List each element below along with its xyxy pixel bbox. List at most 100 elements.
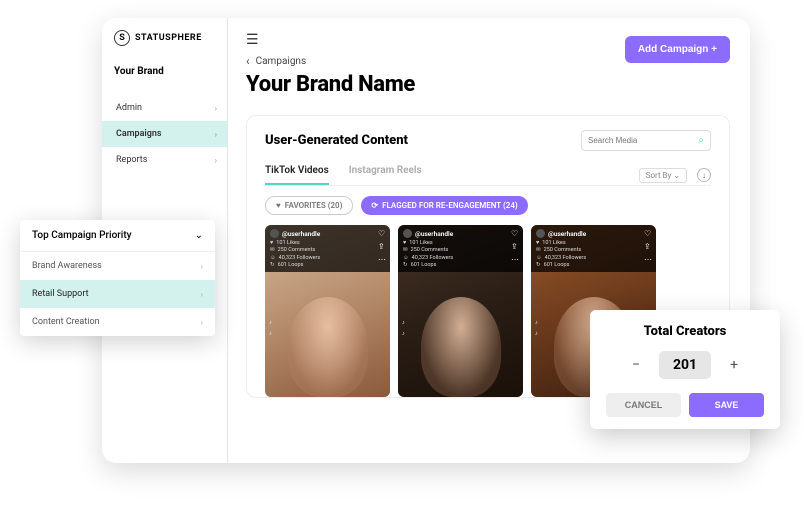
chevron-right-icon: › — [215, 156, 217, 165]
tiktok-icon: ♪ — [535, 320, 538, 326]
tiktok-icon: ♪ — [535, 331, 538, 337]
stat-value: 601 Loops — [544, 262, 570, 268]
share-icon[interactable]: ⇪ — [378, 242, 386, 251]
sidebar-item-label: Reports — [116, 155, 147, 165]
media-thumbnail — [421, 297, 501, 397]
loops-icon: ↻ — [536, 262, 541, 268]
media-stat: ☺40,323 Followers — [536, 255, 651, 261]
priority-dropdown[interactable]: Top Campaign Priority ⌄ Brand Awareness … — [20, 220, 215, 336]
cancel-button[interactable]: CANCEL — [606, 393, 681, 417]
back-icon[interactable]: ‹ — [246, 54, 250, 68]
dropdown-label: Top Campaign Priority — [32, 230, 132, 241]
add-campaign-button[interactable]: Add Campaign + — [625, 36, 730, 63]
chip-flagged[interactable]: ⟳ FLAGGED FOR RE-ENGAGEMENT (24) — [361, 196, 527, 215]
total-creators-card: Total Creators − 201 + CANCEL SAVE — [590, 310, 780, 429]
followers-icon: ☺ — [403, 255, 409, 261]
user-handle: @userhandle — [548, 230, 586, 238]
stat-value: 250 Comments — [278, 247, 316, 253]
media-card[interactable]: @userhandle ♥101 Likes ✉250 Comments ☺40… — [398, 225, 523, 397]
chevron-right-icon: › — [215, 104, 217, 113]
chevron-right-icon: › — [201, 290, 203, 299]
heart-icon: ♥ — [270, 240, 273, 246]
avatar — [270, 229, 279, 238]
panel-title: User-Generated Content — [265, 133, 408, 148]
sidebar-item-admin[interactable]: Admin › — [114, 95, 227, 121]
creators-actions: CANCEL SAVE — [606, 393, 764, 417]
breadcrumb-label: Campaigns — [256, 56, 307, 67]
tab-tiktok-videos[interactable]: TikTok Videos — [265, 165, 329, 185]
stat-value: 40,323 Followers — [545, 255, 587, 261]
media-user: @userhandle — [270, 229, 385, 238]
refresh-icon: ⟳ — [371, 201, 378, 210]
brand-label: Your Brand — [114, 66, 227, 77]
media-source: ♪ ♪ — [402, 320, 405, 337]
dropdown-item-label: Content Creation — [32, 317, 100, 327]
dropdown-item-retail-support[interactable]: Retail Support › — [20, 280, 215, 308]
logo: S STATUSPHERE — [114, 30, 227, 46]
chip-label: FLAGGED FOR RE-ENGAGEMENT (24) — [382, 201, 518, 210]
more-icon[interactable]: ⋯ — [644, 255, 652, 264]
media-thumbnail — [288, 297, 368, 397]
creators-value[interactable]: 201 — [659, 351, 711, 379]
dropdown-item-label: Retail Support — [32, 289, 89, 299]
filter-chips: ♥ FAVORITES (20) ⟳ FLAGGED FOR RE-ENGAGE… — [265, 196, 711, 215]
page-title: Your Brand Name — [246, 72, 730, 97]
share-icon[interactable]: ⇪ — [511, 242, 519, 251]
chevron-right-icon: › — [201, 318, 203, 327]
logo-text: STATUSPHERE — [135, 33, 202, 43]
tiktok-icon: ♪ — [269, 331, 272, 337]
tab-instagram-reels[interactable]: Instagram Reels — [349, 165, 422, 185]
sidebar-item-reports[interactable]: Reports › — [114, 147, 227, 173]
dropdown-header[interactable]: Top Campaign Priority ⌄ — [20, 220, 215, 252]
search-icon[interactable]: ⌕ — [698, 135, 704, 146]
heart-icon: ♥ — [536, 240, 539, 246]
chevron-right-icon: › — [201, 262, 203, 271]
heart-icon[interactable]: ♡ — [644, 229, 652, 238]
more-icon[interactable]: ⋯ — [511, 255, 519, 264]
chip-label: FAVORITES (20) — [285, 201, 343, 210]
loops-icon: ↻ — [403, 262, 408, 268]
media-stat: ✉250 Comments — [403, 247, 518, 253]
tabs-row: TikTok Videos Instagram Reels Sort By ⌄ … — [265, 165, 711, 186]
media-stat: ↻601 Loops — [270, 262, 385, 268]
search-input-wrap[interactable]: ⌕ — [581, 130, 711, 151]
heart-icon[interactable]: ♡ — [511, 229, 519, 238]
comment-icon: ✉ — [270, 247, 275, 253]
media-source: ♪ ♪ — [269, 320, 272, 337]
decrement-button[interactable]: − — [627, 357, 645, 373]
media-stat: ♥101 Likes — [403, 240, 518, 246]
media-user: @userhandle — [403, 229, 518, 238]
sort-by-button[interactable]: Sort By ⌄ — [639, 168, 687, 183]
media-stat: ✉250 Comments — [536, 247, 651, 253]
media-card[interactable]: @userhandle ♥101 Likes ✉250 Comments ☺40… — [265, 225, 390, 397]
media-source: ♪ ♪ — [535, 320, 538, 337]
dropdown-item-label: Brand Awareness — [32, 261, 102, 271]
media-stat: ↻601 Loops — [403, 262, 518, 268]
share-icon[interactable]: ⇪ — [644, 242, 652, 251]
creators-title: Total Creators — [606, 324, 764, 339]
media-stat: ↻601 Loops — [536, 262, 651, 268]
search-input[interactable] — [588, 136, 698, 145]
media-actions: ♡ ⇪ ⋯ — [644, 229, 652, 264]
dropdown-item-content-creation[interactable]: Content Creation › — [20, 308, 215, 336]
chip-favorites[interactable]: ♥ FAVORITES (20) — [265, 196, 353, 215]
heart-icon[interactable]: ♡ — [378, 229, 386, 238]
media-user: @userhandle — [536, 229, 651, 238]
media-stat: ♥101 Likes — [536, 240, 651, 246]
stat-value: 101 Likes — [542, 240, 565, 246]
more-icon[interactable]: ⋯ — [378, 255, 386, 264]
comment-icon: ✉ — [536, 247, 541, 253]
sidebar-item-campaigns[interactable]: Campaigns › — [102, 121, 227, 147]
logo-icon: S — [114, 30, 130, 46]
stat-value: 101 Likes — [409, 240, 432, 246]
download-icon[interactable]: ↓ — [697, 168, 711, 182]
chevron-down-icon: ⌄ — [673, 171, 680, 180]
increment-button[interactable]: + — [725, 357, 743, 373]
sidebar-item-label: Admin — [116, 103, 142, 113]
media-overlay: @userhandle ♥101 Likes ✉250 Comments ☺40… — [398, 225, 523, 272]
heart-icon: ♥ — [403, 240, 406, 246]
media-stat: ✉250 Comments — [270, 247, 385, 253]
tabs: TikTok Videos Instagram Reels — [265, 165, 422, 185]
dropdown-item-brand-awareness[interactable]: Brand Awareness › — [20, 252, 215, 280]
save-button[interactable]: SAVE — [689, 393, 764, 417]
